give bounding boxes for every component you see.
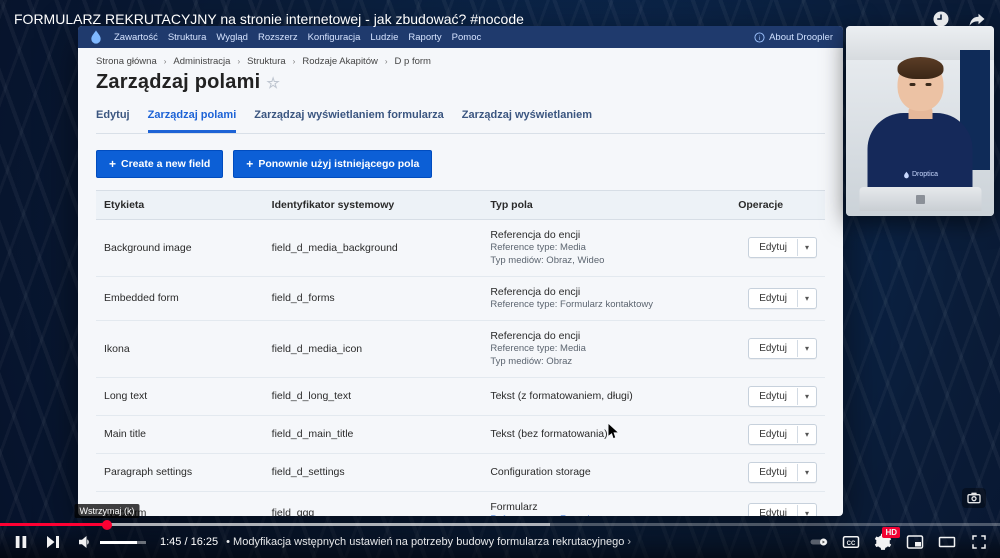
volume-control[interactable] bbox=[76, 533, 146, 551]
table-row: Main titlefield_d_main_titleTekst (bez f… bbox=[96, 415, 825, 453]
table-row: Long textfield_d_long_textTekst (z forma… bbox=[96, 377, 825, 415]
cell-operations: Edytuj▾ bbox=[730, 415, 825, 453]
crumb-home[interactable]: Strona główna bbox=[96, 56, 157, 67]
row-edit-button[interactable]: Edytuj▾ bbox=[748, 288, 817, 309]
fullscreen-button[interactable] bbox=[970, 533, 988, 551]
hd-badge: HD bbox=[882, 527, 900, 538]
tab-manage-display[interactable]: Zarządzaj wyświetlaniem bbox=[462, 102, 592, 133]
cell-type: Tekst (bez formatowania) bbox=[482, 415, 730, 453]
table-row: Paragraph settingsfield_d_settingsConfig… bbox=[96, 453, 825, 491]
cell-operations: Edytuj▾ bbox=[730, 377, 825, 415]
chevron-down-icon[interactable]: ▾ bbox=[797, 239, 816, 256]
cell-type: FormularzReference type: Formularz bbox=[482, 491, 730, 516]
row-edit-button[interactable]: Edytuj▾ bbox=[748, 338, 817, 359]
row-edit-button[interactable]: Edytuj▾ bbox=[748, 462, 817, 483]
cell-machine-name: field_d_forms bbox=[264, 276, 483, 320]
shirt-logo: Droptica bbox=[902, 171, 938, 179]
player-controls: 1:45 / 16:25 • Modyfikacja wstępnych ust… bbox=[0, 526, 1000, 558]
watch-later-icon[interactable] bbox=[932, 10, 950, 28]
row-edit-button[interactable]: Edytuj▾ bbox=[748, 424, 817, 445]
chevron-down-icon[interactable]: ▾ bbox=[797, 464, 816, 481]
cell-type: Referencja do encjiReference type: Formu… bbox=[482, 276, 730, 320]
cell-label: Background image bbox=[96, 220, 264, 277]
cell-machine-name: field_d_main_title bbox=[264, 415, 483, 453]
chevron-down-icon[interactable]: ▾ bbox=[797, 290, 816, 307]
webcam-overlay: Droptica bbox=[846, 26, 994, 216]
cell-label: Main title bbox=[96, 415, 264, 453]
row-edit-button[interactable]: Edytuj▾ bbox=[748, 386, 817, 407]
th-ops: Operacje bbox=[730, 191, 825, 220]
cell-operations: Edytuj▾ bbox=[730, 453, 825, 491]
th-type: Typ pola bbox=[482, 191, 730, 220]
cell-operations: Edytuj▾ bbox=[730, 491, 825, 516]
crumb-dpform[interactable]: D p form bbox=[395, 56, 431, 67]
tab-manage-fields[interactable]: Zarządzaj polami bbox=[148, 102, 237, 133]
cell-type: Tekst (z formatowaniem, długi) bbox=[482, 377, 730, 415]
th-machine: Identyfikator systemowy bbox=[264, 191, 483, 220]
fields-table: Etykieta Identyfikator systemowy Typ pol… bbox=[96, 190, 825, 516]
settings-button[interactable]: HD bbox=[874, 533, 892, 551]
row-edit-button[interactable]: Edytuj▾ bbox=[748, 237, 817, 258]
cell-machine-name: field_ggg bbox=[264, 491, 483, 516]
chevron-down-icon[interactable]: ▾ bbox=[797, 505, 816, 516]
cell-operations: Edytuj▾ bbox=[730, 276, 825, 320]
breadcrumb: Strona główna› Administracja› Struktura›… bbox=[96, 56, 825, 67]
chapter-title[interactable]: • Modyfikacja wstępnych ustawień na potr… bbox=[218, 536, 810, 548]
channel-watermark-icon[interactable] bbox=[962, 488, 986, 508]
svg-text:CC: CC bbox=[847, 541, 856, 547]
chevron-down-icon[interactable]: ▾ bbox=[797, 388, 816, 405]
cell-label: Ikona bbox=[96, 320, 264, 377]
chevron-down-icon[interactable]: ▾ bbox=[797, 340, 816, 357]
pause-button[interactable] bbox=[12, 533, 30, 551]
crumb-rodzaje[interactable]: Rodzaje Akapitów bbox=[302, 56, 378, 67]
reuse-field-button[interactable]: +Ponownie użyj istniejącego pola bbox=[233, 150, 432, 178]
admin-panel: Zawartość Struktura Wygląd Rozszerz Konf… bbox=[78, 26, 843, 516]
video-header: FORMULARZ REKRUTACYJNY na stronie intern… bbox=[0, 0, 1000, 38]
th-etykieta: Etykieta bbox=[96, 191, 264, 220]
table-row: Background imagefield_d_media_background… bbox=[96, 220, 825, 277]
time-display: 1:45 / 16:25 bbox=[160, 536, 218, 548]
row-edit-button[interactable]: Edytuj▾ bbox=[748, 503, 817, 516]
miniplayer-button[interactable] bbox=[906, 533, 924, 551]
next-button[interactable] bbox=[44, 533, 62, 551]
captions-button[interactable]: CC bbox=[842, 533, 860, 551]
video-title: FORMULARZ REKRUTACYJNY na stronie intern… bbox=[14, 11, 932, 27]
progress-tooltip: Wstrzymaj (k) bbox=[75, 504, 140, 518]
tab-manage-form[interactable]: Zarządzaj wyświetlaniem formularza bbox=[254, 102, 444, 133]
cell-operations: Edytuj▾ bbox=[730, 320, 825, 377]
table-row: Ikonafield_d_media_iconReferencja do enc… bbox=[96, 320, 825, 377]
cell-label: Long text bbox=[96, 377, 264, 415]
page-tabs: Edytuj Zarządzaj polami Zarządzaj wyświe… bbox=[96, 102, 825, 134]
theater-button[interactable] bbox=[938, 533, 956, 551]
cell-label: Paragraph settings bbox=[96, 453, 264, 491]
cell-type: Referencja do encjiReference type: Media… bbox=[482, 220, 730, 277]
cell-machine-name: field_d_settings bbox=[264, 453, 483, 491]
chevron-down-icon[interactable]: ▾ bbox=[797, 426, 816, 443]
cell-machine-name: field_d_media_icon bbox=[264, 320, 483, 377]
crumb-struktura[interactable]: Struktura bbox=[247, 56, 286, 67]
cell-machine-name: field_d_long_text bbox=[264, 377, 483, 415]
create-field-button[interactable]: +Create a new field bbox=[96, 150, 223, 178]
cell-type: Referencja do encjiReference type: Media… bbox=[482, 320, 730, 377]
cell-machine-name: field_d_media_background bbox=[264, 220, 483, 277]
share-icon[interactable] bbox=[968, 10, 986, 28]
page-title: Zarządzaj polami ☆ bbox=[96, 71, 825, 94]
cell-type: Configuration storage bbox=[482, 453, 730, 491]
cell-operations: Edytuj▾ bbox=[730, 220, 825, 277]
cell-label: Embedded form bbox=[96, 276, 264, 320]
table-row: Embedded formfield_d_formsReferencja do … bbox=[96, 276, 825, 320]
volume-icon[interactable] bbox=[76, 533, 94, 551]
autoplay-toggle[interactable] bbox=[810, 533, 828, 551]
table-row: Webformfield_gggFormularzReference type:… bbox=[96, 491, 825, 516]
tab-edit[interactable]: Edytuj bbox=[96, 102, 130, 133]
crumb-admin[interactable]: Administracja bbox=[173, 56, 230, 67]
favorite-star-icon[interactable]: ☆ bbox=[266, 74, 280, 92]
